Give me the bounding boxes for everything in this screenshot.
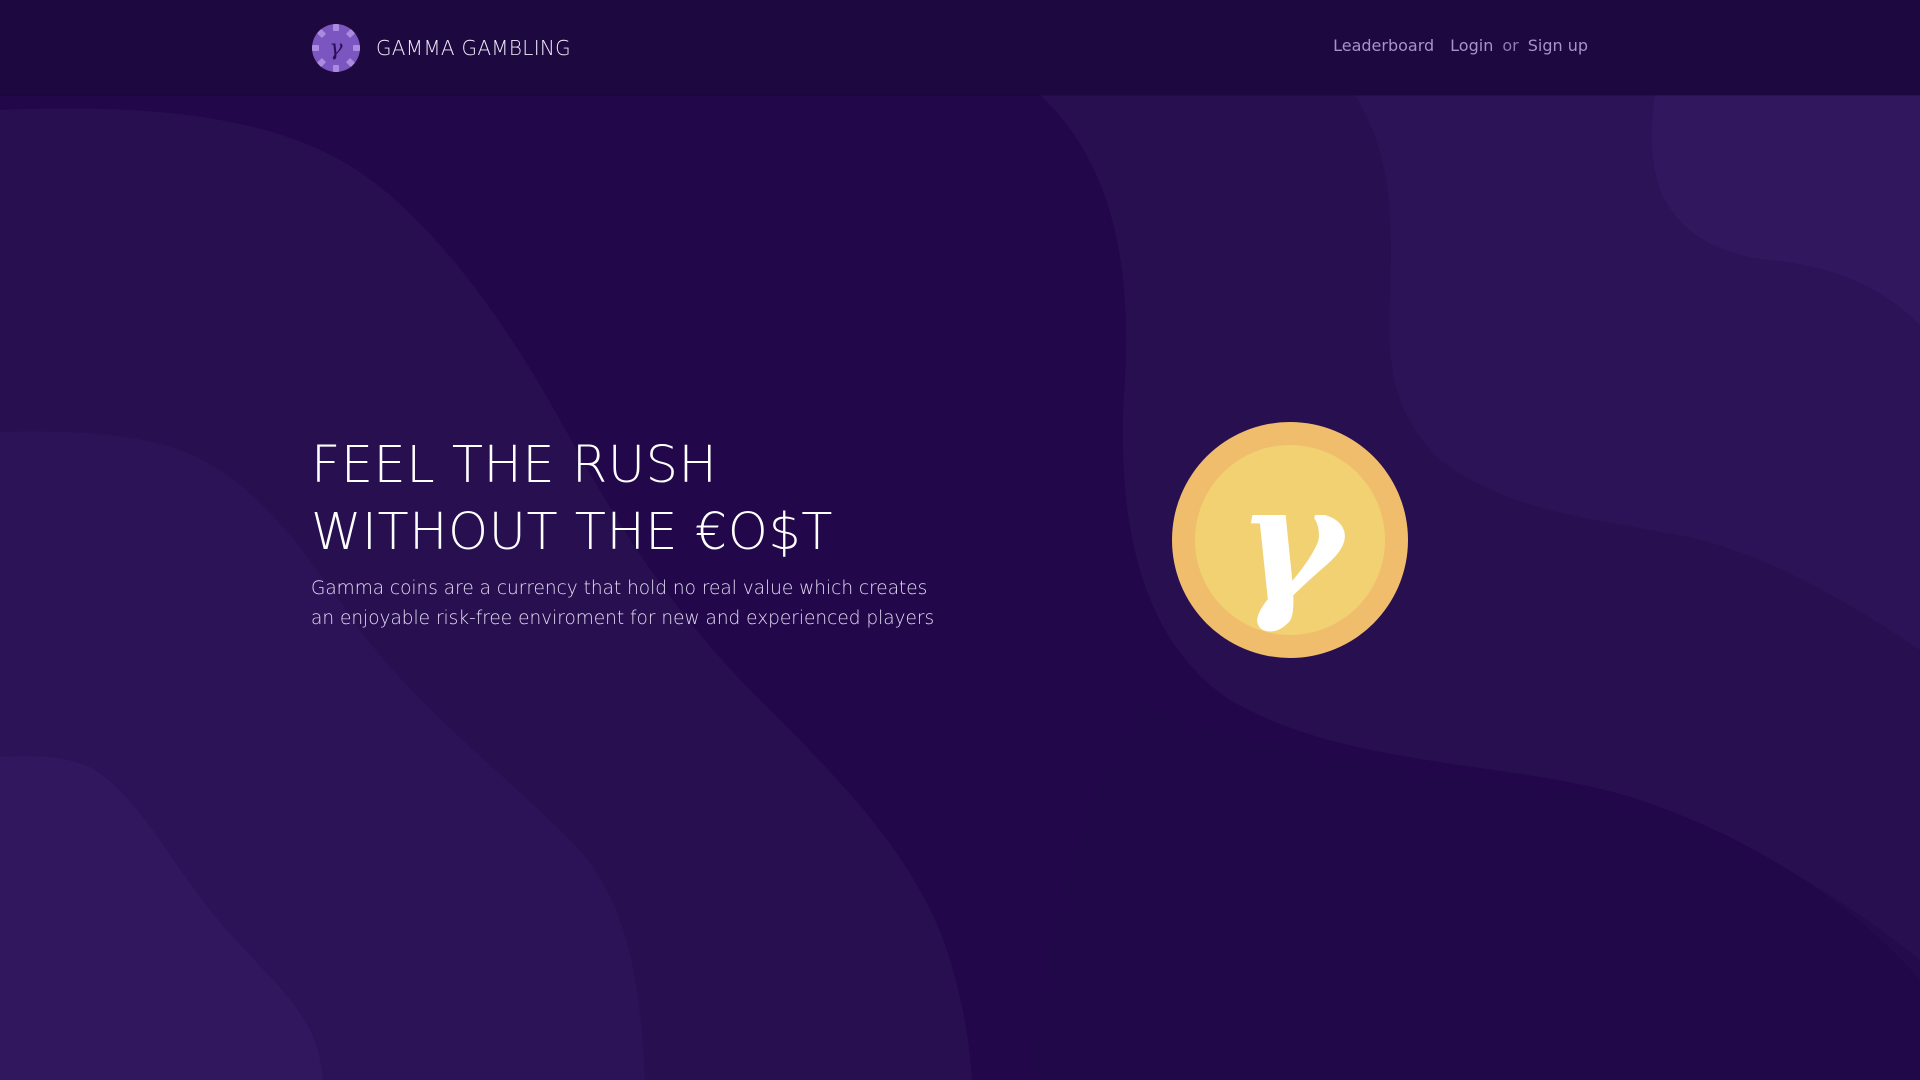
hero-subtitle: Gamma coins are a currency that hold no … [311,578,935,629]
background-waves [0,0,1920,1080]
hero-text: FEEL THE RUSH WITHOUT THE €O$T Gamma coi… [311,432,951,634]
nav-signup-link[interactable]: Sign up [1528,36,1588,55]
brand-name: GAMMA GAMBLING [376,36,571,60]
top-navbar: γ GAMMA GAMBLING Leaderboard Login or Si… [0,0,1920,95]
coin-glyph: γ [1237,448,1349,636]
gamma-coin-icon: γ [1172,422,1408,658]
hero-title-line-1: FEEL THE RUSH [311,436,718,495]
nav-links: Leaderboard Login or Sign up [1333,36,1588,55]
page: γ GAMMA GAMBLING Leaderboard Login or Si… [0,0,1920,1080]
nav-login-link[interactable]: Login [1450,36,1493,55]
gamma-chip-icon: γ [312,24,360,72]
nav-separator: or [1502,36,1519,55]
nav-leaderboard-link[interactable]: Leaderboard [1333,36,1434,55]
hero-title-line-2: WITHOUT THE €O$T [311,503,833,562]
brand-home-link[interactable]: γ GAMMA GAMBLING [311,22,571,74]
hero-title: FEEL THE RUSH WITHOUT THE €O$T [311,432,951,566]
logo-glyph: γ [329,36,343,61]
